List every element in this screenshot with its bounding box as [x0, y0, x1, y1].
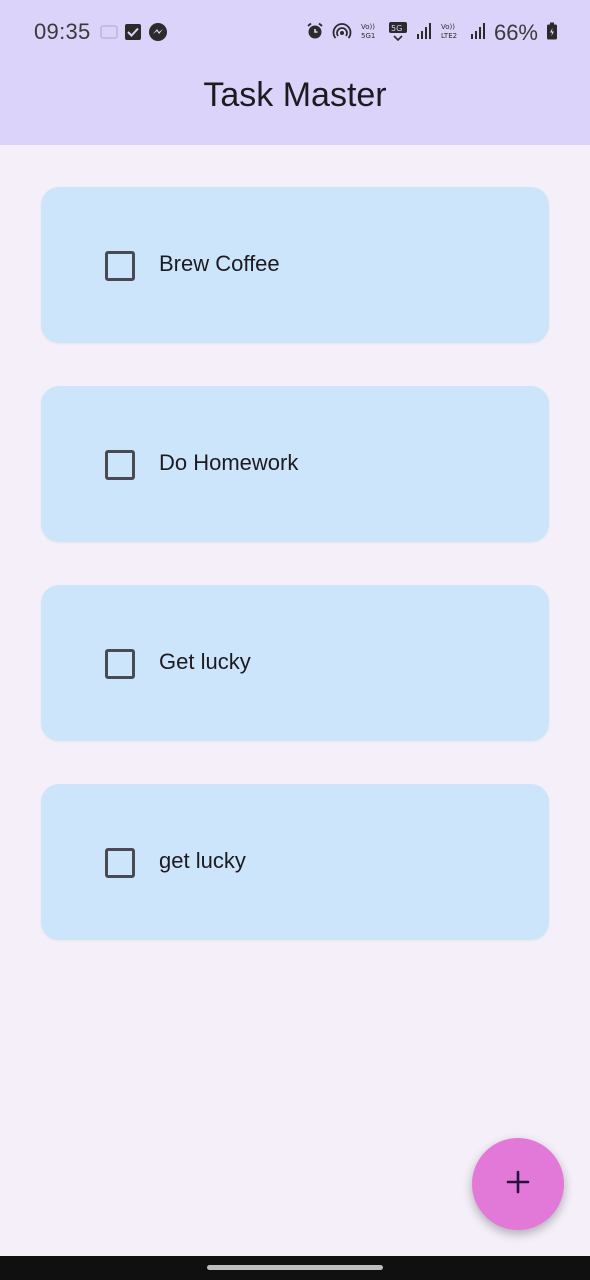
task-checkbox[interactable]: [105, 848, 135, 878]
svg-text:Vo)): Vo)): [441, 23, 455, 31]
task-card[interactable]: Brew Coffee: [41, 187, 549, 343]
battery-percentage: 66%: [493, 20, 538, 45]
svg-text:LTE2: LTE2: [441, 32, 457, 40]
top-app-region: 09:35 Vo)) 5G1 5G Vo)) LTE2 66% Task Mas…: [0, 0, 590, 145]
add-task-button[interactable]: [472, 1138, 564, 1230]
task-label: get lucky: [159, 848, 246, 873]
task-checkbox[interactable]: [105, 450, 135, 480]
status-bar: 09:35 Vo)) 5G1 5G Vo)) LTE2 66%: [0, 0, 590, 66]
volte-5g-icon: Vo)) 5G1: [360, 21, 380, 46]
task-checkbox[interactable]: [105, 649, 135, 679]
status-right-icons: Vo)) 5G1 5G Vo)) LTE2 66%: [306, 20, 558, 46]
home-gesture-handle[interactable]: [207, 1265, 383, 1270]
task-card[interactable]: get lucky: [41, 784, 549, 940]
svg-text:Vo)): Vo)): [361, 23, 375, 31]
task-label: Get lucky: [159, 649, 251, 674]
5g-icon: 5G: [388, 21, 408, 46]
check-box-icon: [124, 23, 142, 46]
task-label: Do Homework: [159, 450, 299, 475]
task-label: Brew Coffee: [159, 251, 280, 276]
volte-lte-icon: Vo)) LTE2: [440, 21, 462, 46]
image-icon: [100, 24, 118, 45]
app-title: Task Master: [203, 76, 387, 114]
messenger-icon: [148, 22, 168, 47]
task-list: Brew Coffee Do Homework Get lucky get lu…: [41, 187, 549, 983]
hotspot-icon: [332, 22, 352, 45]
task-checkbox[interactable]: [105, 251, 135, 281]
task-card[interactable]: Do Homework: [41, 386, 549, 542]
status-time: 09:35: [34, 19, 91, 44]
task-card[interactable]: Get lucky: [41, 585, 549, 741]
signal-icon: [416, 22, 432, 45]
battery-icon: [546, 22, 558, 45]
signal-icon: [470, 22, 486, 45]
alarm-icon: [306, 22, 324, 45]
svg-text:5G: 5G: [391, 24, 402, 33]
system-navigation-bar: [0, 1256, 590, 1280]
status-left-icons: [100, 22, 168, 47]
plus-icon: [505, 1169, 531, 1200]
svg-text:5G1: 5G1: [361, 32, 375, 40]
